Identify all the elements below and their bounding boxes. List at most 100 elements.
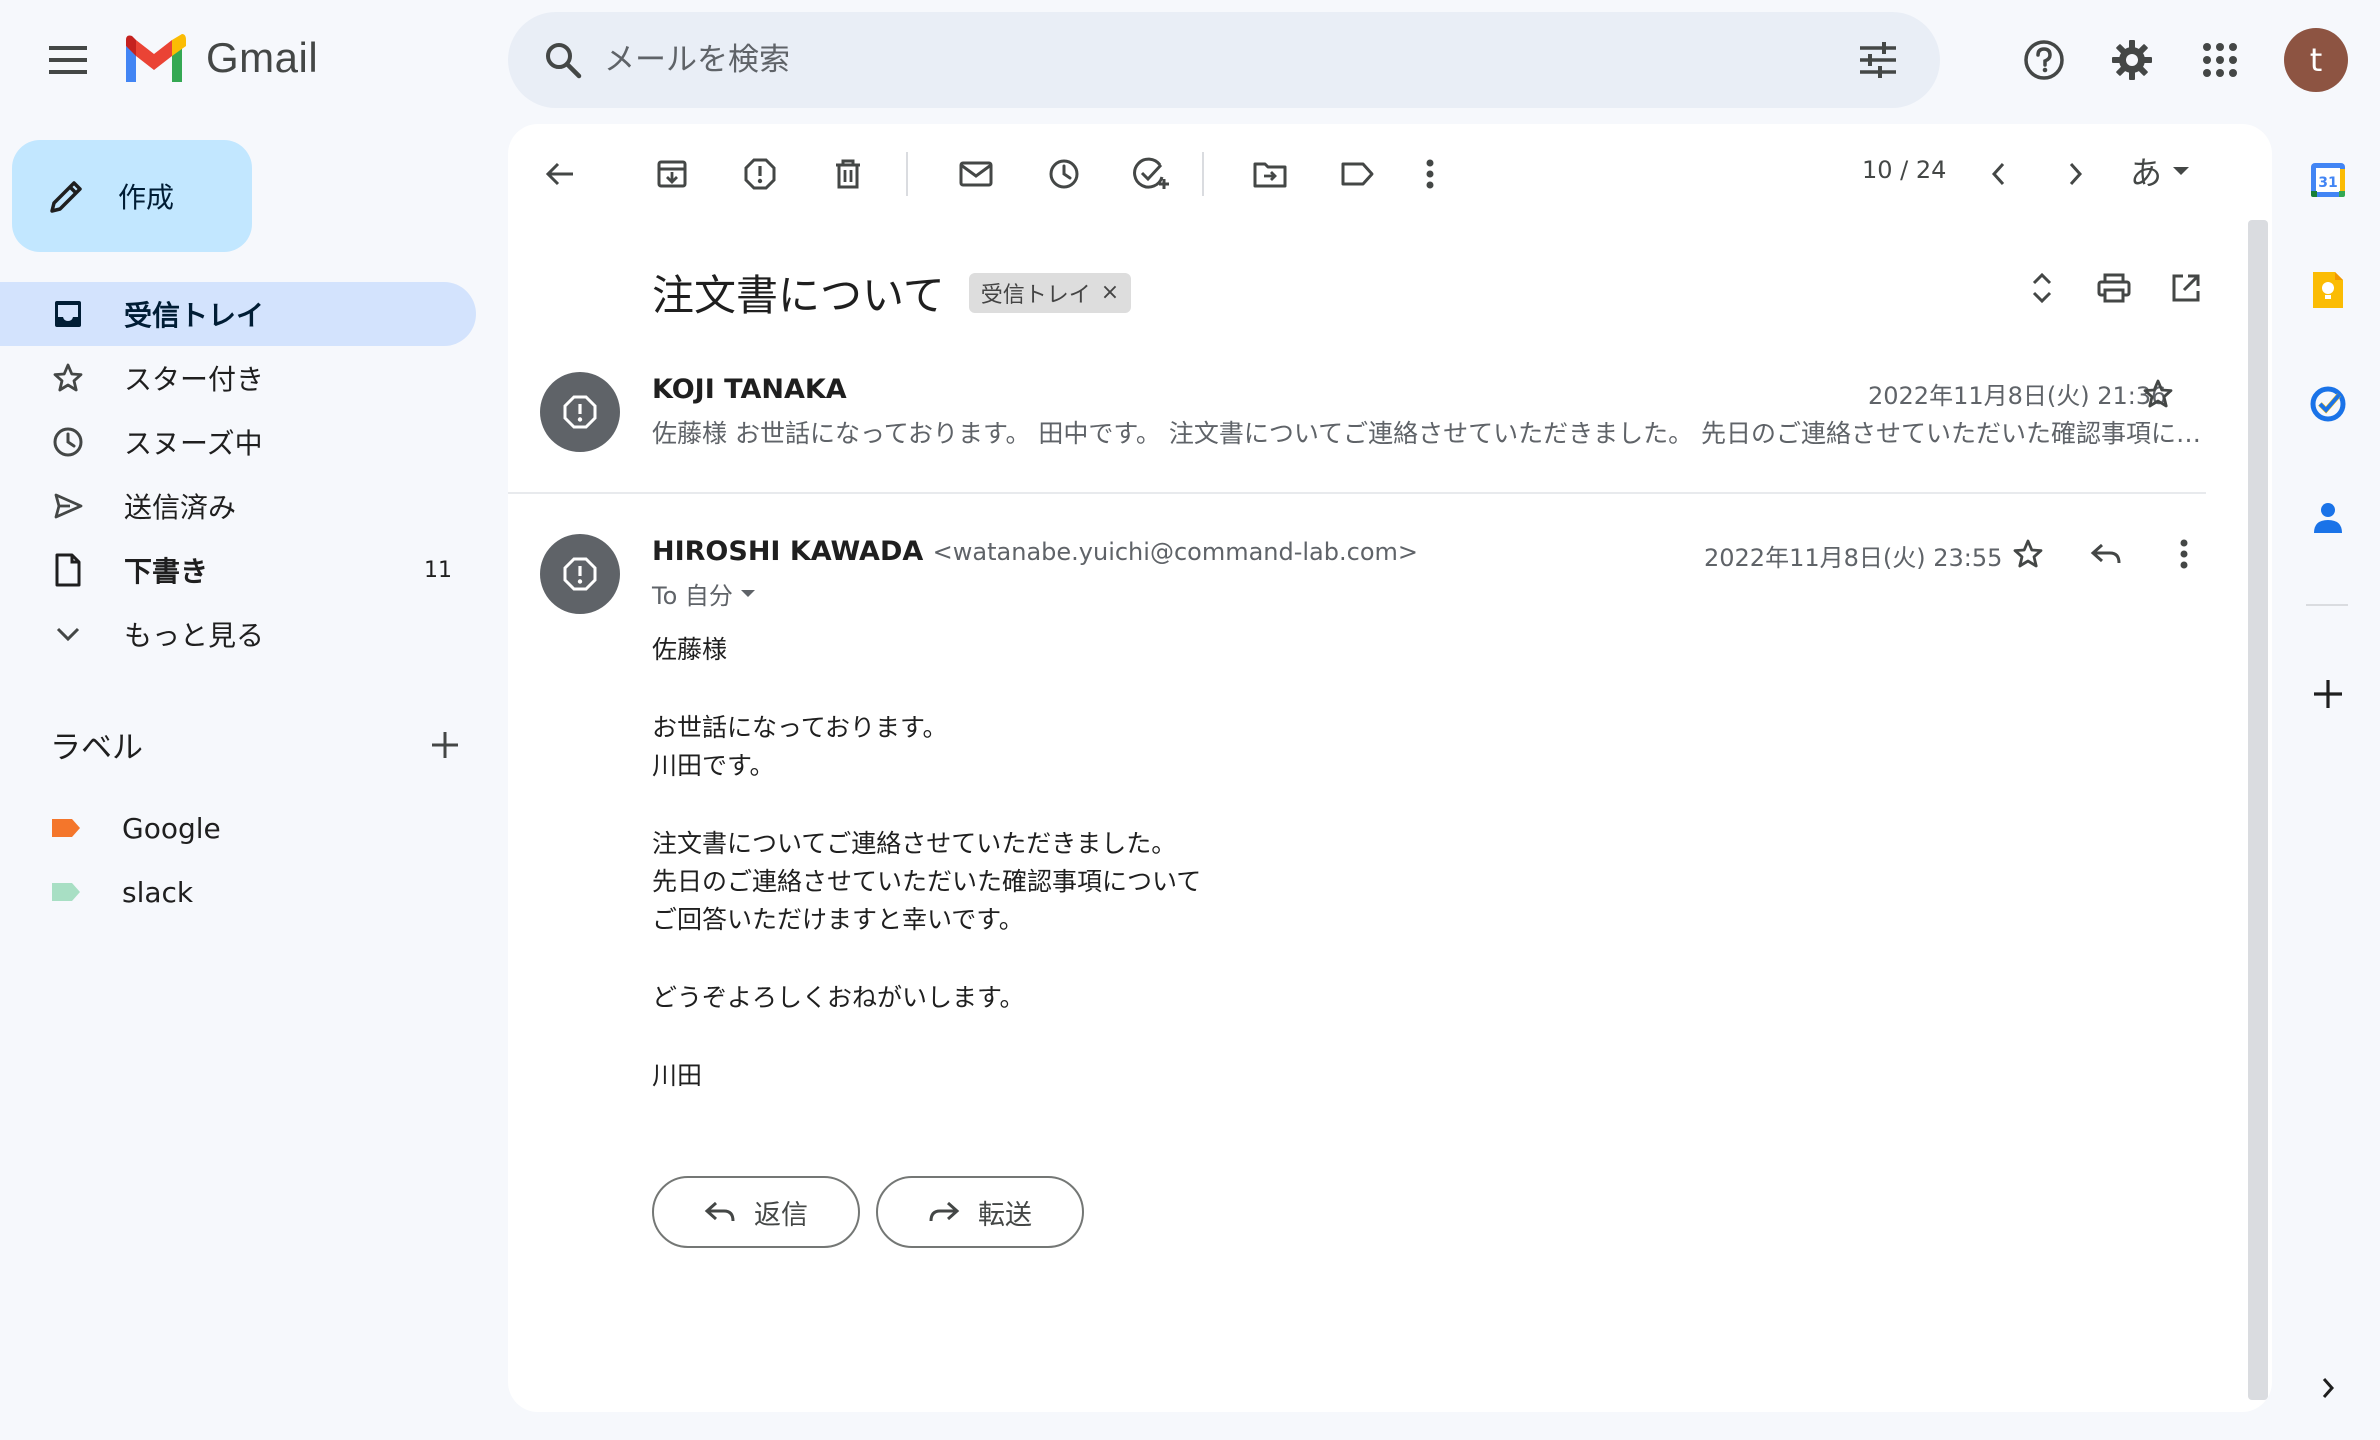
open-new-window-button[interactable] <box>2158 260 2214 316</box>
plus-icon <box>2314 680 2342 708</box>
tasks-app-button[interactable] <box>2296 372 2360 436</box>
nav-item-drafts[interactable]: 下書き 11 <box>0 538 476 602</box>
nav-label: もっと見る <box>124 619 265 652</box>
star-icon <box>2013 539 2043 568</box>
message-sender-row: HIROSHI KAWADA <watanabe.yuichi@command-… <box>652 536 1418 567</box>
forward-button[interactable]: 転送 <box>876 1176 1084 1248</box>
snooze-button[interactable] <box>1036 146 1092 202</box>
back-button[interactable] <box>532 146 588 202</box>
contacts-app-button[interactable] <box>2296 486 2360 550</box>
open-in-new-icon <box>2172 274 2200 302</box>
input-tools-button[interactable]: あ <box>2130 148 2190 194</box>
star-icon <box>50 360 86 396</box>
pencil-icon <box>50 181 82 213</box>
star-button[interactable] <box>2000 526 2056 582</box>
reply-icon <box>704 1201 735 1222</box>
more-options-button[interactable] <box>1402 146 1458 202</box>
gmail-logo[interactable]: Gmail <box>122 34 318 82</box>
mark-unread-button[interactable] <box>948 146 1004 202</box>
recipient-details[interactable]: To 自分 <box>652 576 757 611</box>
move-folder-icon <box>1253 162 1287 188</box>
draft-icon <box>50 552 86 588</box>
remove-label-button[interactable]: × <box>1101 280 1119 305</box>
nav-item-sent[interactable]: 送信済み <box>0 474 476 538</box>
show-side-panel-button[interactable] <box>2296 1356 2360 1420</box>
search-input[interactable] <box>604 42 1846 78</box>
body-line: 注文書についてご連絡させていただきました。 <box>652 829 1177 858</box>
sender-avatar[interactable] <box>540 372 620 452</box>
body-line: 佐藤様 <box>652 635 728 664</box>
message-snippet[interactable]: 佐藤様 お世話になっております。 田中です。 注文書についてご連絡させていただき… <box>652 414 2202 450</box>
account-avatar[interactable]: t <box>2284 28 2348 92</box>
archive-button[interactable] <box>644 146 700 202</box>
nav-item-snoozed[interactable]: スヌーズ中 <box>0 410 476 474</box>
label-tag-icon <box>52 883 80 901</box>
help-button[interactable] <box>2012 28 2076 92</box>
archive-icon <box>657 160 687 188</box>
calendar-app-button[interactable]: 31 <box>2296 148 2360 212</box>
label-name: slack <box>122 875 194 909</box>
add-task-icon <box>1133 157 1169 189</box>
expand-all-button[interactable] <box>2014 260 2070 316</box>
pagination-count: 10 / 24 <box>1862 156 1947 184</box>
message-sender[interactable]: HIROSHI KAWADA <box>652 536 923 567</box>
create-label-button[interactable] <box>430 730 460 760</box>
label-chip-text: 受信トレイ <box>980 282 1091 308</box>
sender-avatar[interactable] <box>540 534 620 614</box>
plus-icon <box>432 731 458 758</box>
gmail-m-icon <box>126 34 186 82</box>
warning-icon <box>563 557 597 591</box>
labels-button[interactable] <box>1330 146 1386 202</box>
keep-icon <box>2313 272 2343 308</box>
report-spam-button[interactable] <box>732 146 788 202</box>
keep-app-button[interactable] <box>2296 258 2360 322</box>
main-menu-button[interactable] <box>36 28 100 92</box>
add-to-tasks-button[interactable] <box>1124 146 1180 202</box>
label-name: Google <box>122 811 221 845</box>
move-to-button[interactable] <box>1242 146 1298 202</box>
get-addons-button[interactable] <box>2296 662 2360 726</box>
chevron-right-icon <box>2069 162 2083 186</box>
older-button[interactable] <box>2048 146 2104 202</box>
help-icon <box>2024 40 2064 80</box>
nav-item-inbox[interactable]: 受信トレイ <box>0 282 476 346</box>
apps-grid-icon <box>2203 43 2237 77</box>
forward-icon <box>929 1201 960 1222</box>
mail-icon <box>959 161 993 187</box>
avatar-letter: t <box>2309 41 2323 79</box>
compose-label: 作成 <box>118 181 175 214</box>
delete-button[interactable] <box>820 146 876 202</box>
search-options-icon[interactable] <box>1846 28 1910 92</box>
search-bar[interactable] <box>508 12 1940 108</box>
caret-down-icon <box>740 589 755 597</box>
star-icon <box>2143 379 2173 408</box>
svg-text:31: 31 <box>2318 175 2337 191</box>
message-more-button[interactable] <box>2156 526 2212 582</box>
compose-button[interactable]: 作成 <box>12 140 252 252</box>
message-sender[interactable]: KOJI TANAKA <box>652 374 847 405</box>
nav-item-starred[interactable]: スター付き <box>0 346 476 410</box>
body-line: どうぞよろしくおねがいします。 <box>652 983 1025 1012</box>
inbox-icon <box>50 296 86 332</box>
scrollbar[interactable] <box>2248 220 2268 1400</box>
tasks-icon <box>2310 386 2346 422</box>
label-item-google[interactable]: Google <box>50 798 221 858</box>
apps-button[interactable] <box>2188 28 2252 92</box>
search-icon[interactable] <box>534 31 592 89</box>
message-panel: 10 / 24 あ 注文書について 受信トレイ × KOJI TANAKA 20… <box>508 124 2272 1412</box>
settings-button[interactable] <box>2100 28 2164 92</box>
newer-button[interactable] <box>1970 146 2026 202</box>
label-icon <box>1341 162 1374 186</box>
toolbar-divider <box>1202 152 1204 196</box>
label-item-slack[interactable]: slack <box>50 862 193 922</box>
reply-icon <box>2090 543 2121 564</box>
nav-label: 下書き <box>124 555 209 588</box>
print-icon <box>2097 273 2131 303</box>
reply-button[interactable]: 返信 <box>652 1176 860 1248</box>
print-button[interactable] <box>2086 260 2142 316</box>
nav-item-more[interactable]: もっと見る <box>0 602 476 666</box>
reply-icon-button[interactable] <box>2078 526 2134 582</box>
message-date: 2022年11月8日(火) 23:55 <box>1704 544 2003 572</box>
hamburger-icon <box>49 46 87 74</box>
thread-subject: 注文書について 受信トレイ × <box>652 262 1132 323</box>
